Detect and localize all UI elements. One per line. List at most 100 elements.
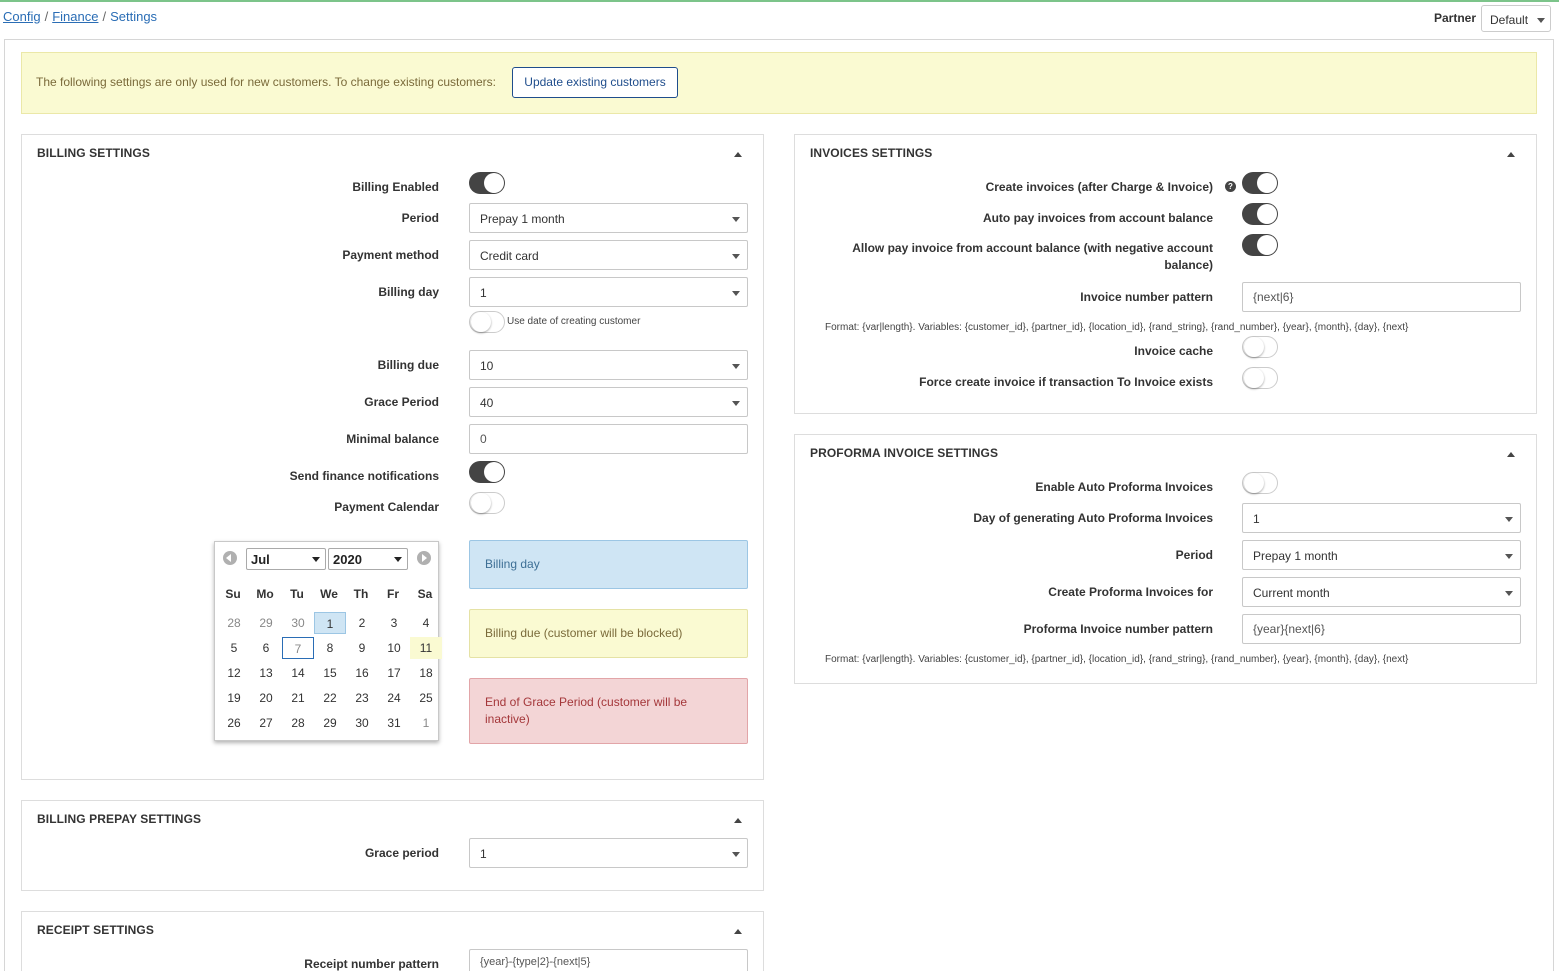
calendar-day[interactable]: 25: [410, 687, 442, 709]
calendar-grid: 28 29 30 1 2 3 4 5 6 7 8 9 10 11 12 13 1…: [218, 612, 442, 734]
calendar-day[interactable]: 28: [218, 612, 250, 634]
alert-text: The following settings are only used for…: [36, 75, 497, 89]
calendar-day[interactable]: 26: [218, 712, 250, 734]
collapse-icon[interactable]: [1507, 152, 1515, 157]
prev-month-button[interactable]: [223, 551, 237, 565]
proforma-period-select[interactable]: Prepay 1 month: [1242, 540, 1521, 570]
calendar-day[interactable]: 31: [378, 712, 410, 734]
calendar-day[interactable]: 27: [250, 712, 282, 734]
weekday-label: Fr: [387, 587, 399, 601]
enable-auto-proforma-toggle[interactable]: [1242, 472, 1278, 494]
toggle-knob: [471, 493, 491, 513]
help-icon[interactable]: ?: [1225, 181, 1236, 192]
calendar-day[interactable]: 21: [282, 687, 314, 709]
create-invoices-toggle[interactable]: [1242, 172, 1278, 194]
calendar-day[interactable]: 6: [250, 637, 282, 659]
calendar-day[interactable]: 1: [410, 712, 442, 734]
chevron-down-icon: [1505, 517, 1513, 522]
calendar-day[interactable]: 2: [346, 612, 378, 634]
partner-select[interactable]: Default: [1481, 5, 1551, 32]
calendar-day-billing-day[interactable]: 1: [314, 612, 346, 634]
create-proforma-for-label: Create Proforma Invoices for: [1048, 585, 1213, 599]
next-month-button[interactable]: [417, 551, 431, 565]
calendar-day[interactable]: 24: [378, 687, 410, 709]
enable-auto-proforma-label: Enable Auto Proforma Invoices: [1035, 480, 1213, 494]
calendar-day[interactable]: 18: [410, 662, 442, 684]
proforma-pattern-input[interactable]: {year}{next|6}: [1242, 614, 1521, 644]
calendar-day[interactable]: 12: [218, 662, 250, 684]
calendar-day[interactable]: 10: [378, 637, 410, 659]
billing-due-select[interactable]: 10: [469, 350, 748, 380]
proforma-day-select[interactable]: 1: [1242, 503, 1521, 533]
calendar-day[interactable]: 22: [314, 687, 346, 709]
calendar-day[interactable]: 5: [218, 637, 250, 659]
calendar-day[interactable]: 16: [346, 662, 378, 684]
proforma-day-label: Day of generating Auto Proforma Invoices: [973, 511, 1213, 525]
proforma-day-select-value: 1: [1253, 512, 1260, 526]
month-select[interactable]: Jul: [246, 548, 326, 570]
invoice-number-pattern-input[interactable]: {next|6}: [1242, 282, 1521, 312]
breadcrumb-finance-link[interactable]: Finance: [52, 9, 98, 24]
billing-day-select-value: 1: [480, 286, 487, 300]
calendar-day[interactable]: 3: [378, 612, 410, 634]
invoice-number-pattern-label: Invoice number pattern: [1080, 290, 1213, 304]
grace-period-select-value: 40: [480, 396, 494, 410]
calendar-day-billing-due[interactable]: 11: [410, 637, 442, 659]
calendar-week: 19 20 21 22 23 24 25: [218, 687, 442, 709]
legend-grace-end: End of Grace Period (customer will be in…: [469, 678, 748, 744]
period-label: Period: [401, 211, 439, 225]
year-select[interactable]: 2020: [328, 548, 408, 570]
calendar-day[interactable]: 29: [250, 612, 282, 634]
toggle-knob: [1257, 204, 1277, 224]
collapse-icon[interactable]: [1507, 452, 1515, 457]
proforma-period-label: Period: [1175, 548, 1213, 562]
collapse-icon[interactable]: [734, 818, 742, 823]
period-select[interactable]: Prepay 1 month: [469, 203, 748, 233]
force-create-invoice-toggle[interactable]: [1242, 367, 1278, 389]
partner-select-value: Default: [1490, 13, 1529, 27]
payment-calendar-toggle[interactable]: [469, 492, 505, 514]
receipt-pattern-input[interactable]: {year}-{type|2}-{next|5}: [469, 949, 748, 971]
calendar-day[interactable]: 30: [346, 712, 378, 734]
auto-pay-invoices-toggle[interactable]: [1242, 203, 1278, 225]
chevron-down-icon: [732, 217, 740, 222]
calendar-day[interactable]: 17: [378, 662, 410, 684]
calendar-day[interactable]: 28: [282, 712, 314, 734]
calendar-day[interactable]: 13: [250, 662, 282, 684]
month-select-value: Jul: [251, 552, 270, 567]
top-accent-line: [0, 0, 1559, 2]
calendar-day[interactable]: 8: [314, 637, 346, 659]
calendar-day[interactable]: 23: [346, 687, 378, 709]
calendar-week: 12 13 14 15 16 17 18: [218, 662, 442, 684]
calendar-day[interactable]: 4: [410, 612, 442, 634]
payment-method-select[interactable]: Credit card: [469, 240, 748, 270]
calendar-day[interactable]: 19: [218, 687, 250, 709]
create-invoices-label: Create invoices (after Charge & Invoice): [985, 180, 1213, 194]
collapse-icon[interactable]: [734, 152, 742, 157]
minimal-balance-input[interactable]: 0: [469, 424, 748, 454]
allow-pay-invoice-toggle[interactable]: [1242, 234, 1278, 256]
calendar-day[interactable]: 20: [250, 687, 282, 709]
grace-period-select[interactable]: 40: [469, 387, 748, 417]
calendar-day[interactable]: 30: [282, 612, 314, 634]
calendar-day-today[interactable]: 7: [282, 637, 314, 659]
use-date-creating-customer-toggle[interactable]: [469, 311, 505, 333]
billing-settings-title: BILLING SETTINGS: [37, 146, 150, 160]
create-proforma-for-select[interactable]: Current month: [1242, 577, 1521, 607]
send-finance-notifications-toggle[interactable]: [469, 461, 505, 483]
update-existing-customers-button[interactable]: Update existing customers: [512, 67, 678, 98]
calendar-weekday-header: Su Mo Tu We Th Fr Sa: [218, 587, 440, 601]
calendar-day[interactable]: 15: [314, 662, 346, 684]
calendar-day[interactable]: 9: [346, 637, 378, 659]
prepay-grace-period-select[interactable]: 1: [469, 838, 748, 868]
billing-enabled-toggle[interactable]: [469, 172, 505, 194]
invoices-settings-panel: [794, 134, 1537, 414]
invoice-cache-toggle[interactable]: [1242, 336, 1278, 358]
calendar-day[interactable]: 29: [314, 712, 346, 734]
breadcrumb-config-link[interactable]: Config: [3, 9, 41, 24]
billing-day-select[interactable]: 1: [469, 277, 748, 307]
calendar-day[interactable]: 14: [282, 662, 314, 684]
collapse-icon[interactable]: [734, 929, 742, 934]
legend-billing-day: Billing day: [469, 540, 748, 589]
chevron-down-icon: [394, 557, 402, 562]
